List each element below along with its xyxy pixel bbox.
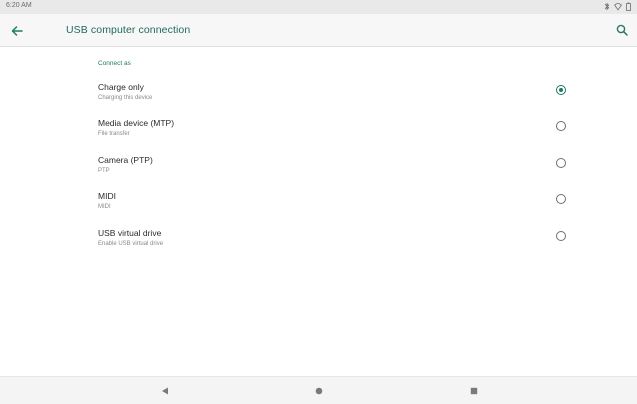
option-title: Camera (PTP) (98, 155, 153, 165)
option-title: Charge only (98, 82, 144, 92)
option-subtitle: Charging this device (98, 95, 153, 101)
radio-button-selected[interactable] (556, 85, 566, 95)
option-title: MIDI (98, 191, 116, 201)
status-icons (604, 2, 631, 11)
option-subtitle: File transfer (98, 131, 130, 137)
recents-square-icon[interactable] (468, 385, 480, 397)
wifi-icon (614, 3, 622, 11)
app-toolbar: USB computer connection (0, 14, 637, 47)
bluetooth-icon (604, 2, 610, 11)
option-usb-virtual-drive[interactable]: USB virtual drive Enable USB virtual dri… (0, 227, 637, 263)
option-title: Media device (MTP) (98, 118, 175, 128)
home-circle-icon[interactable] (313, 385, 325, 397)
status-time: 6:20 AM (6, 2, 32, 9)
option-subtitle: Enable USB virtual drive (98, 241, 164, 247)
option-subtitle: PTP (98, 168, 110, 174)
radio-button[interactable] (556, 158, 566, 168)
section-header-connect-as: Connect as (98, 60, 131, 67)
option-charge-only[interactable]: Charge only Charging this device (0, 81, 637, 117)
option-camera-ptp[interactable]: Camera (PTP) PTP (0, 154, 637, 190)
system-navigation-bar (0, 376, 637, 404)
option-media-device-mtp[interactable]: Media device (MTP) File transfer (0, 117, 637, 153)
settings-content: Connect as Charge only Charging this dev… (0, 47, 637, 376)
option-subtitle: MIDI (98, 204, 111, 210)
arrow-back-icon[interactable] (9, 23, 25, 39)
status-bar: 6:20 AM (0, 0, 637, 14)
back-triangle-icon[interactable] (159, 385, 171, 397)
radio-button[interactable] (556, 121, 566, 131)
option-title: USB virtual drive (98, 228, 162, 238)
radio-button[interactable] (556, 194, 566, 204)
option-midi[interactable]: MIDI MIDI (0, 190, 637, 226)
battery-icon (626, 2, 631, 11)
search-icon[interactable] (615, 23, 629, 37)
radio-button[interactable] (556, 231, 566, 241)
page-title: USB computer connection (66, 24, 191, 36)
